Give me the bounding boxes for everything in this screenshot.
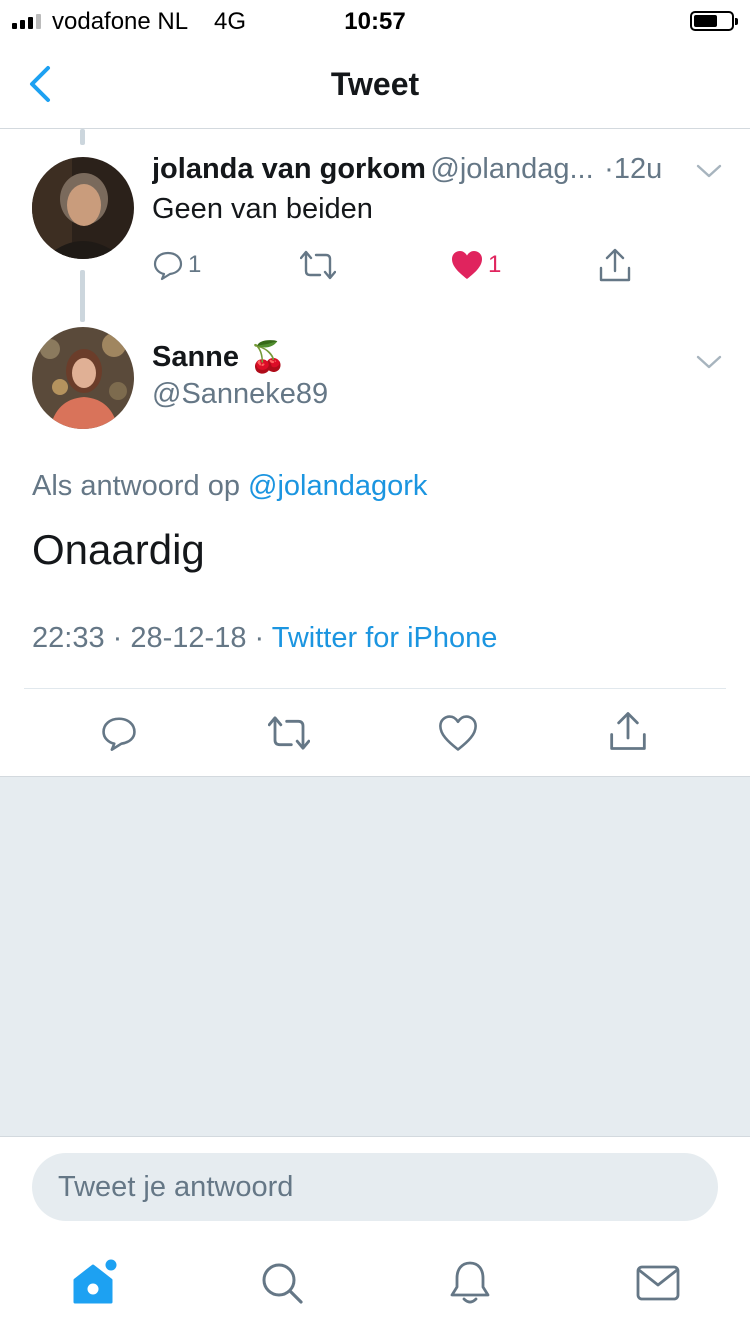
time-separator: · — [604, 153, 614, 185]
divider — [24, 688, 726, 689]
retweet-button[interactable] — [300, 249, 336, 281]
bottom-panel — [0, 1136, 750, 1334]
share-icon — [599, 248, 631, 282]
mail-icon — [636, 1265, 680, 1301]
tweet-date: 28-12-18 — [130, 622, 247, 654]
tab-messages[interactable] — [618, 1247, 698, 1319]
like-count: 1 — [488, 251, 502, 278]
reply-input[interactable] — [32, 1153, 718, 1221]
author-name-row: Sanne 🍒 — [152, 340, 286, 375]
tab-home[interactable] — [54, 1247, 134, 1319]
cherry-emoji: 🍒 — [249, 340, 287, 375]
tweet-header: jolanda van gorkom @jolandag... ·12u — [152, 153, 712, 186]
share-icon — [610, 712, 646, 750]
bell-icon — [450, 1261, 490, 1304]
reply-count: 1 — [188, 251, 202, 278]
display-name[interactable]: Sanne — [152, 341, 239, 374]
tweet-menu-button[interactable] — [696, 354, 722, 375]
reply-button[interactable] — [100, 714, 138, 757]
heart-filled-icon — [452, 251, 482, 279]
status-bar: vodafone NL 4G 10:57 — [0, 0, 750, 42]
battery-icon — [690, 11, 738, 31]
share-button[interactable] — [598, 247, 632, 283]
like-button[interactable]: 1 — [450, 249, 501, 281]
tweet-time: 12u — [613, 153, 663, 185]
tweet-text: Geen van beiden — [152, 193, 373, 225]
avatar[interactable] — [32, 327, 134, 429]
chevron-down-icon — [696, 164, 722, 178]
chevron-down-icon — [696, 355, 722, 369]
empty-replies-area — [0, 777, 750, 1136]
handle[interactable]: @jolandag... — [430, 153, 593, 185]
tweet-text: Onaardig — [32, 526, 205, 573]
page-title: Tweet — [330, 66, 420, 102]
retweet-icon — [267, 716, 311, 750]
meta-separator: · — [112, 622, 123, 654]
search-icon — [262, 1263, 303, 1304]
meta-separator: · — [254, 622, 265, 654]
reply-icon — [102, 717, 136, 751]
reply-context: Als antwoord op @jolandagork — [32, 470, 427, 503]
reply-context-label: Als antwoord op — [32, 470, 240, 502]
tweet-time: 22:33 — [32, 622, 105, 654]
handle[interactable]: @Sanneke89 — [152, 378, 328, 411]
display-name[interactable]: jolanda van gorkom — [152, 153, 426, 185]
tweet-meta: 22:33 · 28-12-18 · Twitter for iPhone — [32, 622, 497, 655]
reply-icon — [153, 251, 183, 281]
nav-bar: Tweet — [0, 42, 750, 129]
parent-tweet[interactable]: jolanda van gorkom @jolandag... ·12u Gee… — [0, 129, 750, 309]
retweet-icon — [300, 250, 336, 280]
tweet-source-link[interactable]: Twitter for iPhone — [272, 622, 498, 654]
heart-icon — [439, 715, 477, 751]
status-time: 10:57 — [344, 8, 406, 35]
retweet-button[interactable] — [267, 714, 311, 757]
tab-notifications[interactable] — [430, 1247, 510, 1319]
reply-button[interactable]: 1 — [152, 249, 201, 281]
tab-search[interactable] — [242, 1247, 322, 1319]
reply-to-link[interactable]: @jolandagork — [248, 470, 427, 502]
share-button[interactable] — [608, 710, 648, 757]
like-button[interactable] — [438, 714, 478, 757]
avatar[interactable] — [32, 157, 134, 259]
home-icon — [73, 1259, 117, 1304]
tweet-menu-button[interactable] — [696, 163, 722, 184]
